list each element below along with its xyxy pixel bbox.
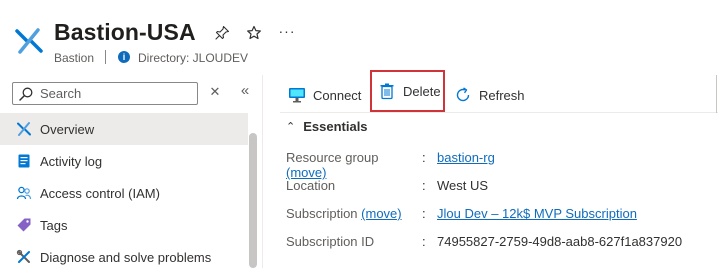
panel-edge bbox=[716, 75, 717, 113]
subscription-id-value: 74955827-2759-49d8-aab8-627f1a837920 bbox=[437, 234, 683, 249]
toolbar-divider bbox=[280, 112, 718, 113]
connect-button[interactable]: Connect bbox=[288, 80, 361, 110]
essentials-row-subscription-id: Subscription ID : 74955827-2759-49d8-aab… bbox=[286, 234, 682, 252]
sidebar-item-label: Diagnose and solve problems bbox=[40, 249, 212, 265]
refresh-button[interactable]: Refresh bbox=[454, 80, 525, 110]
location-value: West US bbox=[437, 178, 489, 193]
bastion-icon bbox=[15, 28, 43, 54]
sidebar-item-label: Tags bbox=[40, 217, 68, 233]
people-icon bbox=[16, 185, 32, 201]
connect-label: Connect bbox=[313, 87, 362, 103]
search-input[interactable] bbox=[40, 86, 190, 101]
essentials-label: Resource group bbox=[286, 150, 379, 165]
refresh-label: Refresh bbox=[479, 87, 525, 103]
refresh-icon bbox=[454, 86, 472, 104]
sidebar-scrollbar[interactable] bbox=[249, 133, 257, 268]
sidebar-item-label: Overview bbox=[40, 121, 95, 137]
collapse-menu-icon[interactable]: « bbox=[238, 82, 252, 99]
essentials-row-subscription: Subscription (move) : Jlou Dev – 12k$ MV… bbox=[286, 206, 637, 224]
page-title: Bastion-USA bbox=[54, 19, 196, 45]
sidebar-item-activity-log[interactable]: Activity log bbox=[0, 145, 248, 177]
essentials-row-location: Location : West US bbox=[286, 178, 488, 196]
essentials-label: Subscription ID bbox=[286, 234, 375, 249]
chevron-up-icon: ⌃ bbox=[286, 121, 296, 133]
directory-label: Directory: JLOUDEV bbox=[138, 51, 249, 65]
bastion-icon bbox=[16, 121, 32, 137]
sidebar-nav: Overview Activity log Access control (IA… bbox=[0, 113, 248, 268]
sidebar-divider bbox=[262, 75, 263, 268]
info-icon: i bbox=[118, 51, 130, 63]
tag-icon bbox=[16, 217, 32, 233]
delete-label: Delete bbox=[403, 83, 441, 99]
search-box[interactable] bbox=[12, 82, 198, 105]
sidebar-item-access-control[interactable]: Access control (IAM) bbox=[0, 177, 248, 209]
sidebar-item-overview[interactable]: Overview bbox=[0, 113, 248, 145]
more-options-icon[interactable]: ··· bbox=[278, 22, 296, 40]
sidebar-item-diagnose[interactable]: Diagnose and solve problems bbox=[0, 241, 248, 268]
sidebar-item-tags[interactable]: Tags bbox=[0, 209, 248, 241]
subscription-link[interactable]: Jlou Dev – 12k$ MVP Subscription bbox=[437, 206, 637, 224]
header-separator bbox=[105, 50, 106, 64]
essentials-label: Location bbox=[286, 178, 336, 193]
sidebar-item-label: Access control (IAM) bbox=[40, 185, 160, 201]
trash-icon bbox=[378, 82, 396, 100]
star-icon[interactable] bbox=[245, 24, 263, 42]
activity-log-icon bbox=[16, 153, 32, 169]
resource-group-link[interactable]: bastion-rg bbox=[437, 150, 495, 168]
essentials-title: Essentials bbox=[303, 119, 368, 134]
delete-button[interactable]: Delete bbox=[370, 70, 445, 112]
pin-icon[interactable] bbox=[213, 24, 231, 42]
resource-type: Bastion bbox=[54, 51, 95, 65]
monitor-icon bbox=[288, 86, 306, 104]
search-icon bbox=[19, 87, 33, 101]
move-link[interactable]: (move) bbox=[361, 206, 401, 221]
sidebar-item-label: Activity log bbox=[40, 153, 103, 169]
wrench-icon bbox=[16, 249, 32, 265]
essentials-toggle[interactable]: ⌃ Essentials bbox=[286, 119, 368, 134]
clear-icon[interactable]: ✕ bbox=[208, 84, 222, 100]
essentials-row-resource-group: Resource group (move) : bastion-rg bbox=[286, 150, 495, 180]
essentials-label: Subscription bbox=[286, 206, 358, 221]
